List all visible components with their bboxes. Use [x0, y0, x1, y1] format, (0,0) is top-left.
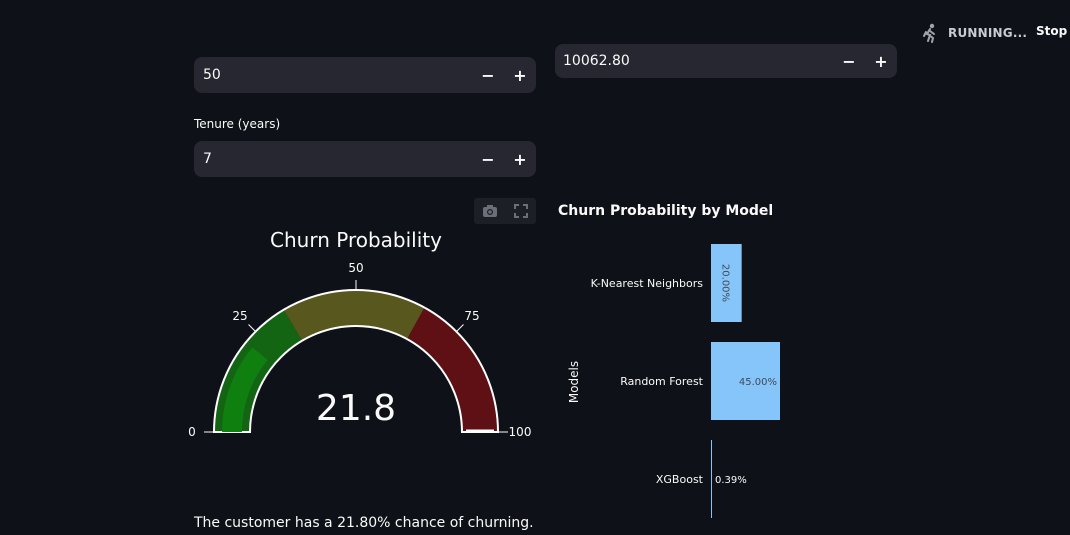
bar-value-label: 45.00%	[739, 377, 777, 388]
gauge-value: 21.8	[316, 388, 396, 429]
chart-title: Churn Probability by Model	[558, 203, 773, 219]
category-label: XGBoost	[656, 473, 704, 486]
bar-value-label: 0.39%	[715, 475, 747, 486]
age-decrement-button[interactable]: −	[472, 66, 504, 85]
running-status: RUNNING...	[920, 22, 1027, 44]
gauge-tick-label: 0	[188, 425, 196, 439]
gauge-tick-label: 75	[464, 309, 479, 323]
balance-input[interactable]: 10062.80 − +	[555, 44, 897, 78]
tenure-label: Tenure (years)	[194, 117, 281, 131]
churn-gauge: Churn Probability 0 25 50 75 100 21.8	[188, 228, 532, 439]
balance-value[interactable]: 10062.80	[555, 53, 833, 69]
gauge-tick-mark	[248, 324, 256, 332]
gauge-tick-mark	[456, 324, 464, 332]
gauge-tick-label: 50	[348, 261, 363, 275]
balance-decrement-button[interactable]: −	[833, 52, 865, 71]
age-increment-button[interactable]: +	[504, 66, 536, 85]
model-bar-chart: Churn Probability by Model Models K-Near…	[558, 203, 780, 518]
churn-conclusion: The customer has a 21.80% chance of chur…	[194, 515, 534, 531]
bar-series: K-Nearest Neighbors 20.00% Random Forest 45…	[591, 244, 780, 518]
bar-2	[711, 440, 712, 518]
tenure-increment-button[interactable]: +	[504, 150, 536, 169]
y-axis-label: Models	[567, 361, 581, 403]
gauge-title: Churn Probability	[270, 228, 442, 252]
age-value[interactable]: 50	[194, 67, 472, 83]
category-label: K-Nearest Neighbors	[591, 277, 704, 290]
running-person-icon	[923, 23, 935, 43]
tenure-input[interactable]: 7 − +	[194, 141, 536, 177]
tenure-decrement-button[interactable]: −	[472, 150, 504, 169]
gauge-tick-label: 25	[232, 309, 247, 323]
status-text: RUNNING...	[948, 26, 1028, 40]
category-label: Random Forest	[620, 375, 703, 388]
balance-increment-button[interactable]: +	[865, 52, 897, 71]
bar-value-label: 20.00%	[719, 264, 730, 302]
tenure-value[interactable]: 7	[194, 151, 472, 167]
stop-button[interactable]: Stop	[1036, 24, 1067, 38]
gauge-tick-label: 100	[509, 425, 532, 439]
age-input[interactable]: 50 − +	[194, 57, 536, 93]
